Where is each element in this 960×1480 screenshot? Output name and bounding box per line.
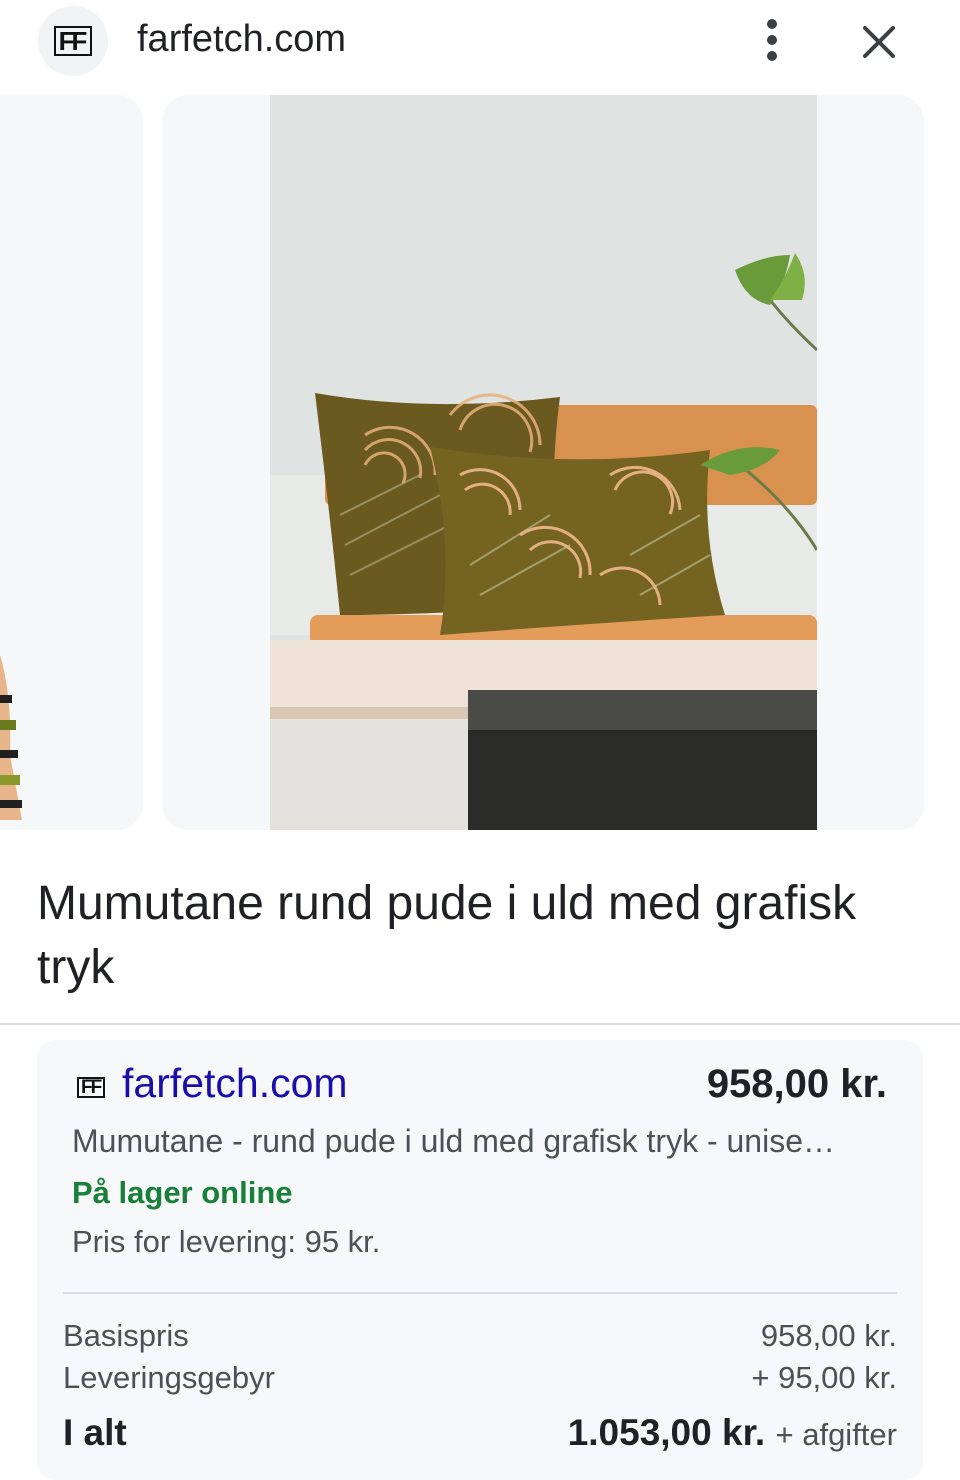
delivery-price: Pris for levering: 95 kr. <box>72 1224 381 1259</box>
breakdown-divider <box>63 1292 897 1294</box>
tax-suffix: + afgifter <box>775 1417 898 1452</box>
offer-description: Mumutane - rund pude i uld med grafisk t… <box>72 1123 835 1159</box>
stock-status: På lager online <box>72 1175 293 1210</box>
offer-price: 958,00 kr. <box>706 1062 887 1106</box>
section-divider <box>0 1023 960 1025</box>
total-value-group: 1.053,00 kr. + afgifter <box>568 1412 897 1454</box>
top-bar: FF farfetch.com <box>0 0 960 92</box>
base-price-value: 958,00 kr. <box>760 1318 897 1353</box>
base-price-label: Basispris <box>63 1318 189 1353</box>
delivery-fee-label: Leveringsgebyr <box>63 1360 275 1395</box>
total-value: 1.053,00 kr. <box>567 1412 766 1453</box>
close-icon[interactable] <box>855 18 903 66</box>
merchant-link[interactable]: farfetch.com <box>122 1060 348 1107</box>
main-image-card[interactable] <box>162 95 924 830</box>
delivery-fee-value: + 95,00 kr. <box>751 1360 897 1395</box>
total-label: I alt <box>63 1412 127 1453</box>
product-title: Mumutane rund pude i uld med grafisk try… <box>37 877 857 994</box>
image-carousel[interactable] <box>0 95 960 830</box>
previous-product-image <box>0 95 143 830</box>
previous-image-card[interactable] <box>0 95 143 830</box>
site-domain: farfetch.com <box>137 18 347 60</box>
farfetch-logo-icon[interactable]: FF <box>38 6 108 76</box>
more-vert-icon[interactable] <box>752 14 792 66</box>
offer-card[interactable]: FF farfetch.com 958,00 kr. Mumutane - ru… <box>37 1040 923 1480</box>
product-photo <box>270 95 817 830</box>
merchant-logo-icon: FF <box>77 1077 106 1098</box>
